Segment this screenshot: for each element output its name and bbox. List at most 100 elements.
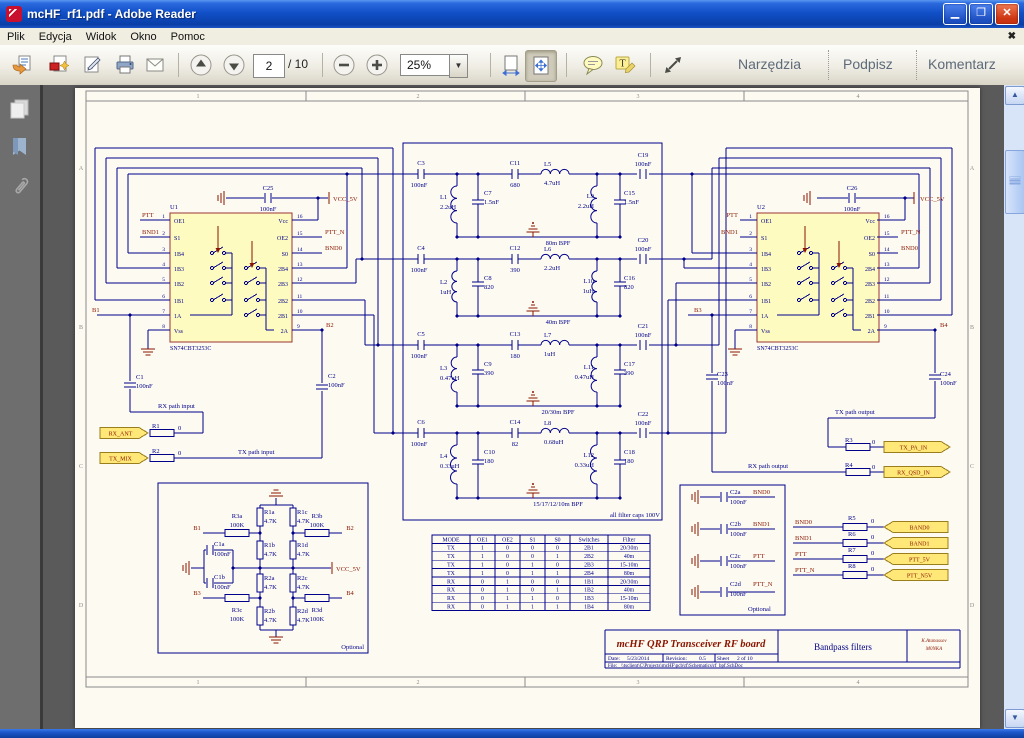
schematic-label: 2 of 10 (737, 655, 753, 662)
table-cell: OE2 (502, 537, 513, 543)
attachments-icon[interactable] (8, 175, 32, 199)
table-cell: 0 (481, 588, 484, 594)
schematic-label: L6 (544, 246, 552, 253)
title-bar: mcHF_rf1.pdf - Adobe Reader ▁ ❐ ✕ (0, 0, 1024, 28)
restore-button[interactable]: ❐ (969, 3, 993, 25)
schematic-label: 100K (310, 522, 325, 529)
schematic-label: L10 (584, 278, 594, 285)
schematic-label: B3 (193, 590, 201, 597)
zoom-level-value[interactable]: 25% (400, 54, 456, 76)
schematic-label: 14 (884, 247, 890, 253)
schematic-label: 0.5 (699, 656, 706, 662)
schematic-label: 2B4 (865, 267, 875, 273)
table-cell: TX (447, 571, 456, 577)
scrollbar-thumb[interactable] (1005, 150, 1024, 214)
fullscreen-button[interactable] (658, 50, 688, 80)
schematic-label: B2 (346, 525, 354, 532)
scroll-down-icon[interactable]: ▼ (1005, 709, 1024, 728)
open-icon (11, 54, 33, 76)
fit-page-button[interactable] (525, 50, 557, 82)
minimize-button[interactable]: ▁ (943, 3, 967, 25)
comment-button[interactable] (578, 50, 608, 80)
schematic-label: Vss (174, 329, 184, 335)
schematic-label: 390 (484, 370, 494, 377)
scroll-up-icon[interactable]: ▲ (1005, 86, 1024, 105)
ground-symbol (532, 391, 534, 393)
ground-symbol (532, 301, 534, 303)
schematic-label: 2B1 (865, 314, 875, 320)
resistor (225, 595, 249, 602)
cap-gap (721, 528, 728, 531)
junction-dot (258, 566, 261, 569)
doc-title: mcHF QRP Transceiver RF board (617, 639, 767, 650)
highlight-button[interactable]: T (610, 50, 640, 80)
zoom-in-icon (365, 53, 389, 77)
schematic-label: C1b (214, 574, 225, 581)
schematic-label: 100K (310, 616, 325, 623)
schematic-label: 180 (484, 458, 494, 465)
schematic-label: 1B4 (174, 252, 184, 258)
menu-widok[interactable]: Widok (79, 30, 124, 44)
schematic-label: A (79, 166, 84, 172)
close-document-icon[interactable]: ✖ (1008, 31, 1016, 42)
bookmarks-icon[interactable] (8, 135, 32, 159)
schematic-label: 2B1 (278, 314, 288, 320)
resistor (257, 574, 263, 592)
comment-icon (581, 53, 605, 77)
table-cell: 1 (556, 588, 559, 594)
schematic-label: 15 (884, 231, 890, 237)
table-cell: 2B1 (584, 546, 594, 552)
resistor (305, 530, 329, 537)
schematic-label: 4.7uH (544, 180, 560, 187)
zoom-out-button[interactable] (329, 50, 359, 80)
pdf-page[interactable]: 11223344AABBCCDD1OE12S131B441B351B261B17… (75, 88, 980, 728)
print-button[interactable] (110, 50, 140, 80)
fit-width-button[interactable] (496, 50, 526, 80)
zoom-dropdown-arrow[interactable]: ▼ (449, 54, 468, 78)
zoom-in-button[interactable] (362, 50, 392, 80)
schematic-label: R3 (845, 437, 853, 444)
port-tag-label: RX_ANT (109, 432, 133, 438)
comment-panel-button[interactable]: Komentarz (928, 56, 996, 72)
schematic-label: L9 (587, 193, 594, 200)
open-button[interactable] (7, 50, 37, 80)
sign-button[interactable] (77, 50, 107, 80)
junction-dot (595, 235, 598, 238)
vertical-scrollbar[interactable]: ▲ ▼ (1004, 85, 1024, 729)
next-page-button[interactable] (219, 50, 249, 80)
junction-dot (595, 343, 598, 346)
schematic-label: 100nF (635, 161, 652, 168)
schematic-label: B1 (193, 525, 201, 532)
email-button[interactable] (140, 50, 170, 80)
schematic-label: R1 (152, 423, 160, 430)
schematic-label: B (970, 325, 974, 331)
menu-plik[interactable]: Plik (0, 30, 32, 44)
schematic-label: 2 (417, 680, 420, 686)
schematic-label: BND1 (795, 535, 812, 542)
menu-pomoc[interactable]: Pomoc (164, 30, 212, 44)
table-cell: 80m (624, 571, 635, 577)
close-button[interactable]: ✕ (995, 3, 1019, 25)
schematic-label: R4 (845, 462, 853, 469)
schematic-label: R2b (264, 608, 275, 615)
page-thumbnails-icon[interactable] (8, 97, 32, 121)
page-total-label: / 10 (288, 57, 308, 71)
create-pdf-button[interactable] (43, 50, 73, 80)
previous-page-button[interactable] (186, 50, 216, 80)
sign-panel-button[interactable]: Podpisz (843, 56, 893, 72)
schematic-label: 82 (512, 441, 519, 448)
schematic-label: R1b (264, 542, 275, 549)
schematic-label: 100nF (730, 531, 747, 538)
table-cell: 1 (481, 554, 484, 560)
schematic-label: L5 (544, 161, 551, 168)
menu-edycja[interactable]: Edycja (32, 30, 79, 44)
table-cell: S0 (554, 537, 560, 543)
schematic-label: Optional (748, 606, 771, 613)
schematic-label: 1B3 (761, 267, 771, 273)
tools-panel-button[interactable]: Narzędzia (738, 56, 801, 72)
schematic-label: 13 (884, 262, 890, 268)
schematic-label: PTT_N (325, 229, 345, 236)
menu-okno[interactable]: Okno (123, 30, 163, 44)
page-number-input[interactable] (253, 54, 285, 78)
schematic-label: R2 (152, 448, 160, 455)
